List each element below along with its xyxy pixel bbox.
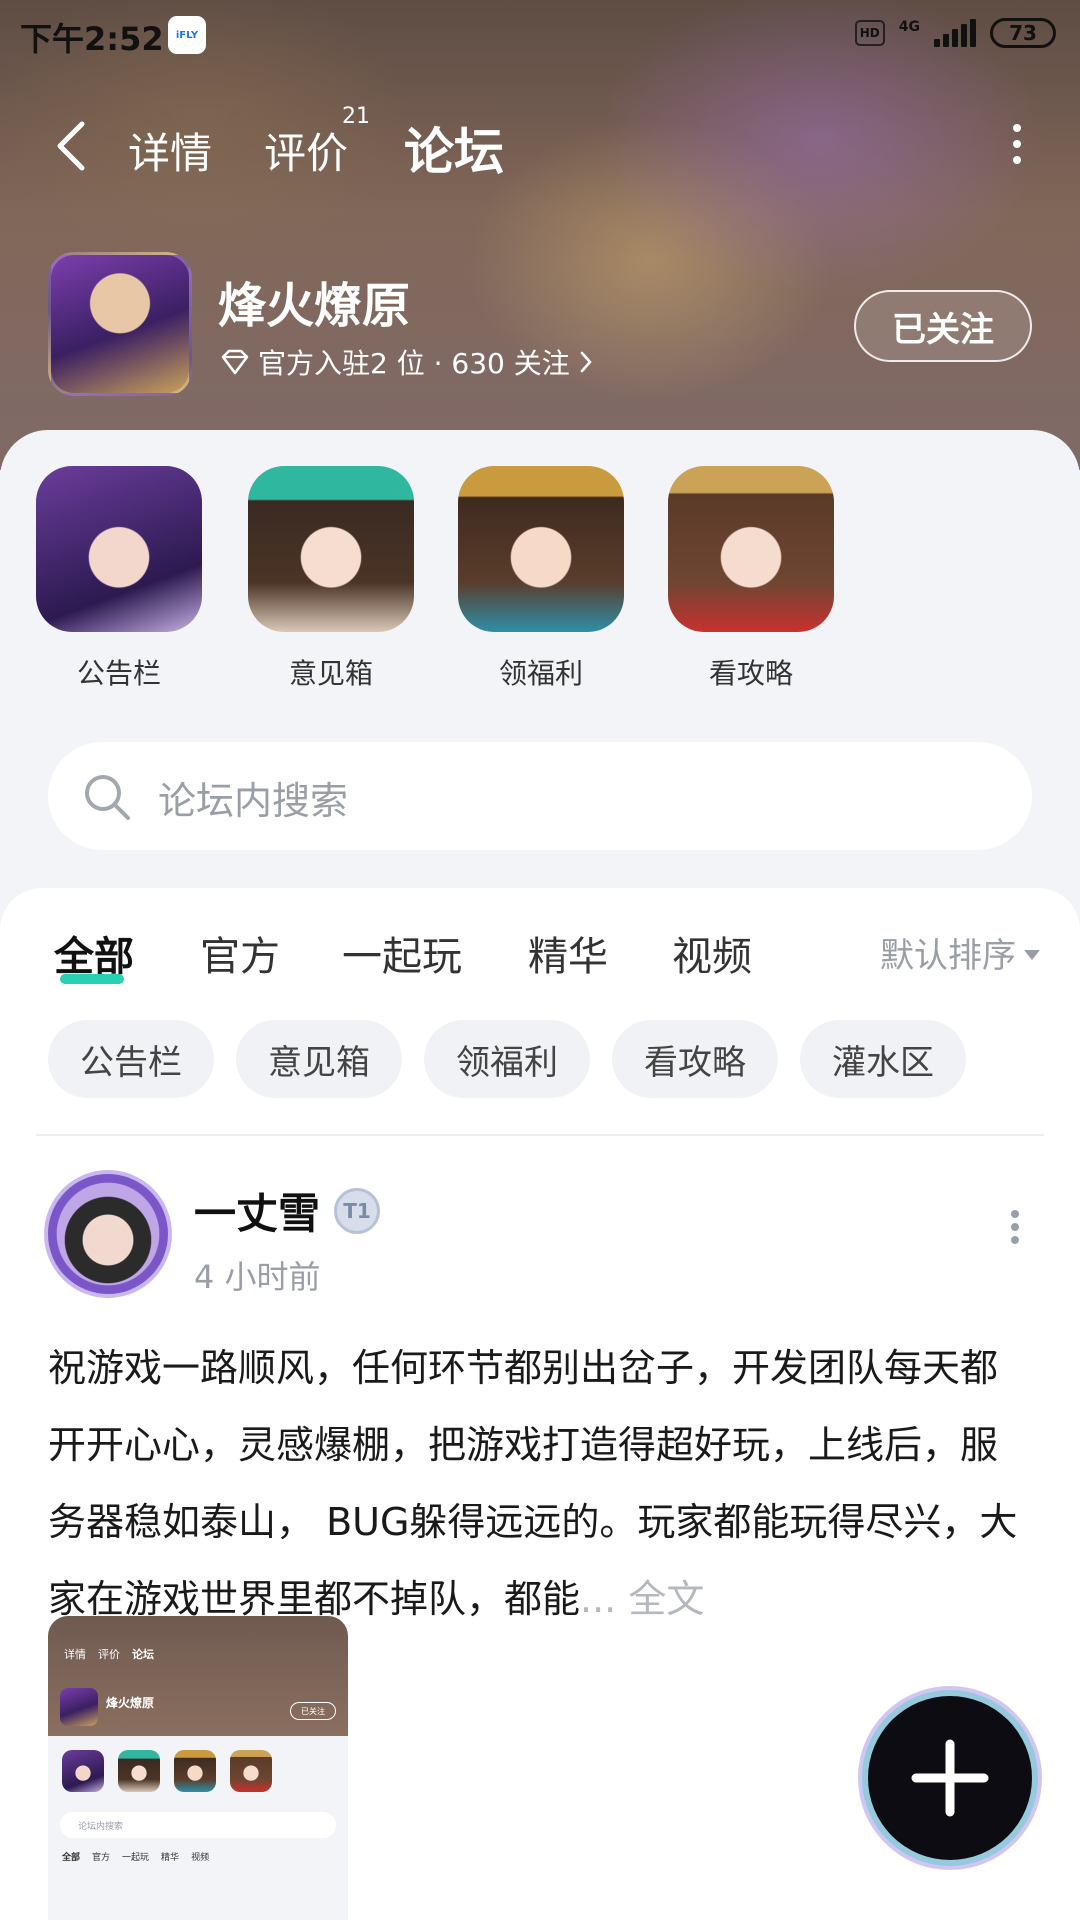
chip-chat-zone[interactable]: 灌水区 xyxy=(800,1020,966,1098)
category-art xyxy=(668,466,834,632)
thumbnail-filter: 视频 xyxy=(191,1853,210,1863)
status-bar: 下午2:52 iFLY HD 4G 73 xyxy=(0,0,1080,70)
filter-tabs: 全部 官方 一起玩 精华 视频 默认排序 xyxy=(0,924,1080,994)
forum-meta-link[interactable]: 官方入驻2 位 · 630 关注 xyxy=(220,342,594,382)
avatar[interactable] xyxy=(44,1170,172,1298)
status-time: 下午2:52 xyxy=(20,20,164,58)
forum-search-bar[interactable]: 论坛内搜索 xyxy=(48,742,1032,850)
category-art xyxy=(36,466,202,632)
post-image-thumbnail[interactable]: 详情 评价 论坛 烽火燎原 已关注 论坛内搜索 全部 官方 一起玩 精华 视频 xyxy=(48,1616,348,1920)
filter-tab-all[interactable]: 全部 xyxy=(54,924,134,984)
category-feedback-box[interactable]: 意见箱 xyxy=(246,466,416,692)
chevron-right-icon xyxy=(580,351,592,373)
tab-detail[interactable]: 详情 xyxy=(128,120,212,181)
category-label: 看攻略 xyxy=(708,657,793,690)
post-more-icon[interactable] xyxy=(1008,1210,1022,1244)
chip-notice-board[interactable]: 公告栏 xyxy=(48,1020,214,1098)
thumbnail-forum-name: 烽火燎原 xyxy=(106,1696,155,1710)
tab-review[interactable]: 评价 21 xyxy=(264,104,370,181)
forum-meta-text: 官方入驻2 位 · 630 关注 xyxy=(258,347,570,380)
thumbnail-filter: 精华 xyxy=(161,1853,180,1863)
top-nav: 详情 评价 21 论坛 xyxy=(0,100,1080,190)
post-username: 一丈雪 xyxy=(194,1189,321,1238)
thumbnail-tab: 详情 xyxy=(64,1648,86,1661)
category-art xyxy=(248,466,414,632)
filter-tab-play-together[interactable]: 一起玩 xyxy=(342,924,462,982)
search-placeholder: 论坛内搜索 xyxy=(158,779,349,823)
forum-name: 烽火燎原 xyxy=(218,278,411,334)
thumbnail-filter: 官方 xyxy=(92,1853,111,1863)
thumbnail-filter: 一起玩 xyxy=(122,1853,150,1863)
thumbnail-follow: 已关注 xyxy=(290,1702,336,1720)
caret-down-icon xyxy=(1024,949,1040,960)
section-chips: 公告栏 意见箱 领福利 看攻略 灌水区 xyxy=(48,1020,966,1098)
plus-icon xyxy=(911,1739,989,1817)
ifly-app-icon: iFLY xyxy=(168,16,206,54)
sort-label: 默认排序 xyxy=(880,936,1016,976)
forum-header: 烽火燎原 官方入驻2 位 · 630 关注 已关注 xyxy=(0,250,1080,400)
category-notice-board[interactable]: 公告栏 xyxy=(34,466,204,692)
thumbnail-logo xyxy=(60,1688,98,1726)
category-rewards[interactable]: 领福利 xyxy=(456,466,626,692)
category-guides[interactable]: 看攻略 xyxy=(666,466,836,692)
thumbnail-tab: 论坛 xyxy=(132,1648,154,1661)
sort-dropdown[interactable]: 默认排序 xyxy=(880,928,1040,977)
more-menu-icon[interactable] xyxy=(1010,124,1024,164)
hd-voice-icon: HD xyxy=(854,20,885,46)
filter-tab-official[interactable]: 官方 xyxy=(200,924,280,982)
category-art xyxy=(458,466,624,632)
tab-forum-label: 论坛 xyxy=(404,123,504,181)
post-timestamp: 4 小时前 xyxy=(194,1258,321,1296)
battery-icon: 73 xyxy=(990,18,1056,48)
filter-tab-essence[interactable]: 精华 xyxy=(528,924,608,982)
read-full-link[interactable]: ... 全文 xyxy=(580,1577,704,1621)
filter-tab-all-label: 全部 xyxy=(54,934,134,980)
category-label: 领福利 xyxy=(498,657,583,690)
chip-feedback-box[interactable]: 意见箱 xyxy=(236,1020,402,1098)
follow-button[interactable]: 已关注 xyxy=(854,290,1032,362)
category-label: 公告栏 xyxy=(76,657,161,690)
tab-review-label: 评价 xyxy=(264,129,349,178)
filter-tab-video[interactable]: 视频 xyxy=(672,924,752,982)
thumbnail-search: 论坛内搜索 xyxy=(60,1812,336,1838)
thumbnail-header: 详情 评价 论坛 烽火燎原 已关注 xyxy=(48,1616,348,1736)
thumbnail-categories xyxy=(48,1736,348,1798)
signal-icon xyxy=(934,19,976,47)
back-icon[interactable] xyxy=(52,118,92,174)
divider xyxy=(36,1134,1044,1136)
thumbnail-tab: 评价 xyxy=(98,1648,120,1661)
post-body[interactable]: 祝游戏一路顺风，任何环节都别出岔子，开发团队每天都开开心心，灵感爆棚，把游戏打造… xyxy=(48,1330,1028,1638)
network-type-label: 4G xyxy=(898,19,920,35)
post-text: 祝游戏一路顺风，任何环节都别出岔子，开发团队每天都开开心心，灵感爆棚，把游戏打造… xyxy=(48,1346,1018,1621)
chip-rewards[interactable]: 领福利 xyxy=(424,1020,590,1098)
thumbnail-tabs: 详情 评价 论坛 xyxy=(64,1646,154,1662)
chip-guides[interactable]: 看攻略 xyxy=(612,1020,778,1098)
create-post-button[interactable] xyxy=(868,1696,1032,1860)
user-level-badge: T1 xyxy=(334,1187,381,1234)
post-author[interactable]: 一丈雪 T1 xyxy=(194,1180,381,1241)
tab-forum[interactable]: 论坛 xyxy=(404,112,504,184)
category-label: 意见箱 xyxy=(288,657,373,690)
search-icon xyxy=(85,775,130,820)
forum-logo xyxy=(48,252,192,396)
thumbnail-filters: 全部 官方 一起玩 精华 视频 xyxy=(48,1838,348,1875)
thumbnail-filter: 全部 xyxy=(62,1853,81,1863)
review-count-badge: 21 xyxy=(342,104,370,129)
category-shortcuts: 公告栏 意见箱 领福利 看攻略 xyxy=(0,466,1080,696)
content-sheet: 公告栏 意见箱 领福利 看攻略 论坛内搜索 全部 官方 一起玩 精华 视频 默认… xyxy=(0,430,1080,1920)
diamond-icon xyxy=(221,349,249,375)
